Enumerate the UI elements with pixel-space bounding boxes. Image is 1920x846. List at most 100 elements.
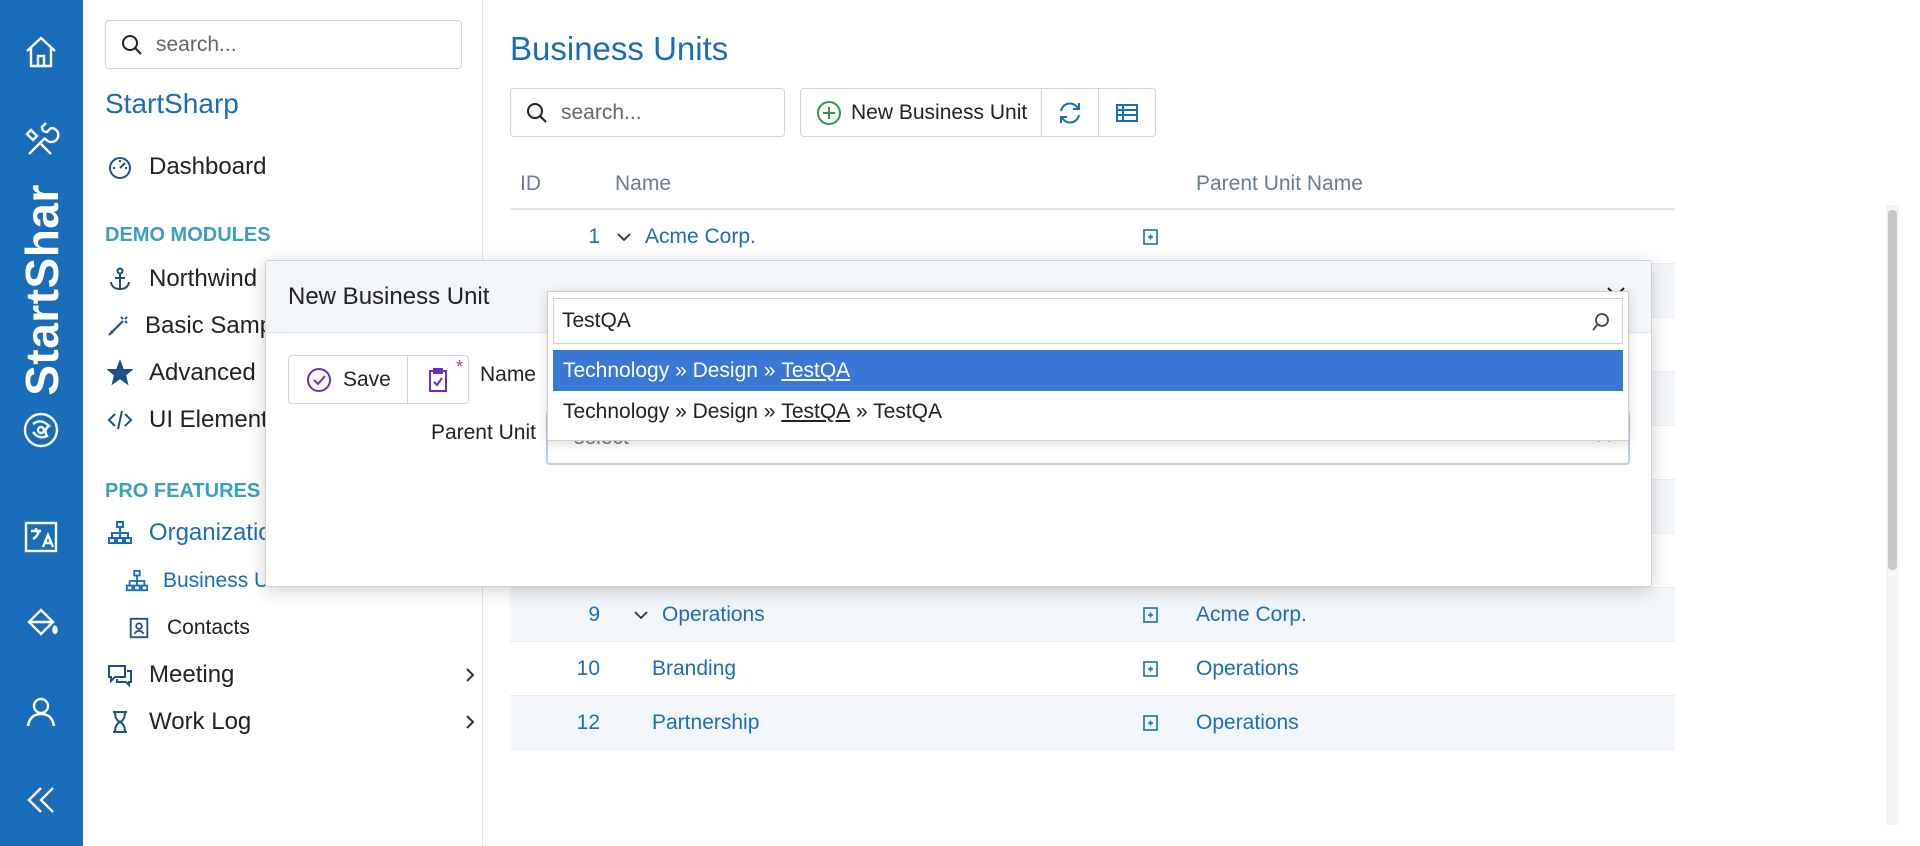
dropdown-search-input[interactable] [562, 309, 1562, 333]
nav-ui-elements[interactable]: UI Elements [105, 405, 285, 435]
nav-advanced[interactable]: Advanced [105, 358, 285, 388]
dropdown-search[interactable] [553, 298, 1623, 344]
search-icon [1592, 313, 1609, 331]
translate-icon[interactable] [19, 515, 63, 559]
nav-work-log[interactable]: Work Log [105, 707, 480, 737]
nav-advanced-label: Advanced [149, 359, 256, 386]
parent-unit-dropdown: Technology » Design » TestQA Technology … [547, 291, 1629, 441]
chevron-down-icon[interactable] [632, 606, 650, 624]
nav-business-units[interactable]: Business Units [125, 567, 285, 595]
cell-name-text: Partnership [652, 711, 760, 734]
column-header-name[interactable]: Name [615, 172, 671, 196]
home-icon[interactable] [19, 30, 63, 74]
cell-parent[interactable]: Operations [1196, 657, 1299, 681]
tools-icon[interactable] [19, 120, 63, 164]
edit-row-icon[interactable] [1142, 606, 1160, 624]
chevron-right-icon [466, 668, 475, 682]
cell-parent[interactable]: Acme Corp. [1196, 603, 1307, 627]
clipboard-check-icon [428, 367, 447, 392]
nav-northwind-label: Northwind [149, 265, 258, 292]
section-pro-features: PRO FEATURES [105, 480, 261, 502]
anchor-icon [105, 264, 135, 294]
save-label: Save [343, 367, 391, 391]
org-chart-icon [105, 518, 135, 548]
cell-parent[interactable]: Operations [1196, 711, 1299, 735]
edit-row-icon[interactable] [1142, 714, 1160, 732]
user-icon[interactable] [19, 690, 63, 734]
cell-name-text: Operations [662, 603, 765, 626]
refresh-icon [1060, 102, 1081, 123]
sidebar-search[interactable] [105, 20, 462, 69]
search-icon [122, 34, 142, 55]
cell-id: 10 [576, 657, 600, 680]
chevron-down-icon[interactable] [615, 228, 633, 246]
sidebar-search-input[interactable] [156, 32, 446, 57]
nav-dashboard[interactable]: Dashboard [105, 152, 480, 182]
table-icon [1116, 103, 1139, 122]
table-row[interactable]: 12 Partnership Operations [510, 696, 1675, 750]
nav-basic-samples[interactable]: Basic Samples [105, 311, 285, 341]
nav-contacts-label: Contacts [167, 616, 250, 639]
edit-row-icon[interactable] [1142, 660, 1160, 678]
option-prefix: Technology » Design » [563, 399, 782, 423]
option-match: TestQA [781, 358, 851, 382]
table-row[interactable]: 9 Operations Acme Corp. [510, 588, 1675, 642]
grid-search[interactable] [510, 88, 785, 137]
column-picker-button[interactable] [1099, 89, 1155, 136]
wand-icon [105, 311, 131, 341]
logo-icon[interactable] [19, 408, 63, 452]
refresh-button[interactable] [1042, 89, 1100, 136]
nav-organization[interactable]: Organization [105, 518, 285, 548]
cell-id: 12 [576, 711, 600, 734]
cell-name[interactable]: Operations [632, 603, 765, 627]
save-button[interactable]: Save [289, 356, 408, 403]
search-icon [527, 102, 547, 123]
dropdown-option[interactable]: Technology » Design » TestQA [553, 350, 1623, 391]
cell-name[interactable]: Partnership [652, 711, 759, 735]
scrollbar-thumb[interactable] [1888, 210, 1897, 570]
hourglass-icon [105, 707, 135, 737]
column-header-id[interactable]: ID [520, 172, 541, 196]
sidebar-title: StartSharp [105, 88, 239, 119]
table-row[interactable]: 1 Acme Corp. [510, 210, 1675, 264]
nav-meeting-label: Meeting [149, 661, 235, 688]
nav-northwind[interactable]: Northwind [105, 264, 285, 294]
cell-id: 9 [588, 603, 600, 626]
grid-toolbar: New Business Unit [510, 88, 1157, 137]
chat-icon [105, 660, 135, 690]
page-title: Business Units [510, 30, 729, 67]
nav-meeting[interactable]: Meeting [105, 660, 480, 690]
new-business-unit-button[interactable]: New Business Unit [801, 89, 1043, 136]
chevron-right-icon [466, 715, 475, 729]
add-circle-icon [817, 100, 841, 125]
section-demo-modules: DEMO MODULES [105, 224, 271, 246]
paint-bucket-icon[interactable] [19, 600, 63, 644]
left-rail: StartShar [0, 0, 83, 846]
dialog-toolbar: Save [288, 355, 469, 404]
parent-unit-label: Parent Unit [430, 421, 536, 444]
nav-ui-elements-label: UI Elements [149, 406, 280, 433]
code-icon [105, 405, 135, 435]
cell-name[interactable]: Acme Corp. [615, 225, 756, 249]
star-icon [105, 358, 135, 388]
toolbar-buttons: New Business Unit [800, 88, 1157, 137]
grid-search-input[interactable] [561, 100, 771, 125]
cell-name-text: Branding [652, 657, 737, 680]
name-label: Name [479, 363, 536, 386]
collapse-icon[interactable] [19, 778, 63, 822]
option-prefix: Technology » Design » [563, 358, 782, 382]
cell-name[interactable]: Branding [652, 657, 736, 681]
option-suffix: » TestQA [850, 399, 942, 423]
edit-row-icon[interactable] [1142, 228, 1160, 246]
dashboard-icon [105, 152, 135, 182]
new-business-unit-label: New Business Unit [851, 100, 1028, 124]
dropdown-option[interactable]: Technology » Design » TestQA » TestQA [553, 391, 1623, 432]
dialog-title: New Business Unit [288, 283, 490, 310]
nav-contacts[interactable]: Contacts [125, 614, 250, 642]
option-match: TestQA [781, 399, 851, 423]
table-row[interactable]: 10 Branding Operations [510, 642, 1675, 696]
brand-vertical: StartShar [16, 184, 68, 396]
column-header-parent[interactable]: Parent Unit Name [1196, 172, 1363, 196]
grid-header: ID Name Parent Unit Name [510, 160, 1675, 210]
cell-id: 1 [588, 225, 600, 248]
